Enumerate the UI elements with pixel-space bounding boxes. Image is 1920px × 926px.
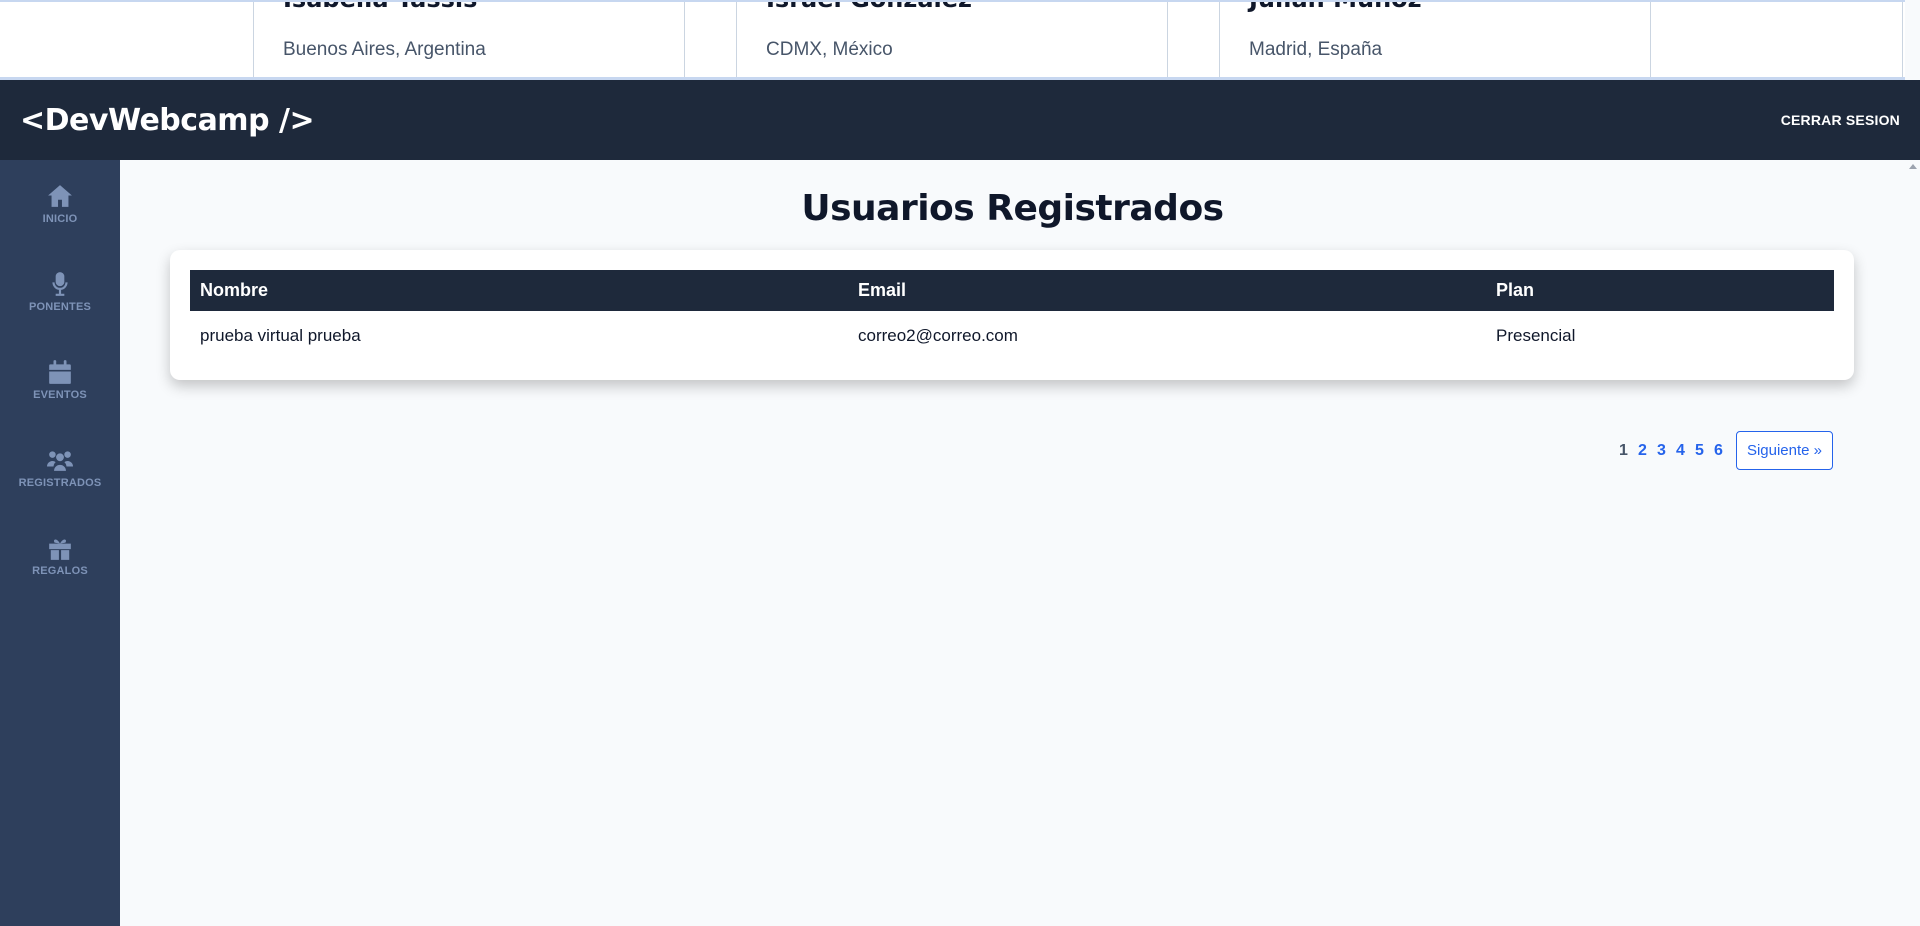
page-link-4[interactable]: 4 [1671, 442, 1690, 460]
page-link-2[interactable]: 2 [1633, 442, 1652, 460]
speaker-name: Julián Muñoz [1249, 2, 1650, 11]
column-header-plan: Plan [1496, 280, 1535, 300]
calendar-icon [47, 359, 73, 385]
speaker-name: Isabella Tassis [283, 2, 684, 11]
column-header-nombre: Nombre [200, 280, 269, 300]
sidebar-item-label: EVENTOS [33, 389, 87, 401]
page-current: 1 [1618, 441, 1628, 459]
home-icon [47, 183, 73, 209]
speaker-location: Madrid, España [1249, 39, 1383, 60]
speaker-card: Julián Muñoz Madrid, España [1219, 2, 1651, 77]
main-content: Usuarios Registrados Nombre Email Plan p… [120, 160, 1905, 926]
logo-link[interactable]: <DevWebcamp /> [20, 103, 315, 138]
speaker-name: Israel González [766, 2, 1167, 11]
speaker-card: Isabella Tassis Buenos Aires, Argentina [253, 2, 685, 77]
table-row: prueba virtual prueba correo2@correo.com… [190, 311, 1834, 361]
next-page-button[interactable]: Siguiente » [1735, 431, 1833, 470]
sidebar-item-inicio[interactable]: INICIO [0, 160, 120, 248]
page-title: Usuarios Registrados [801, 188, 1224, 229]
scrollbar[interactable] [1905, 160, 1920, 926]
sidebar-item-label: PONENTES [28, 301, 92, 313]
sidebar-item-label: REGALOS [32, 565, 88, 577]
page-link-5[interactable]: 5 [1690, 442, 1709, 460]
cell-email: correo2@correo.com [858, 326, 1018, 345]
page-link-6[interactable]: 6 [1709, 442, 1728, 460]
sidebar-item-regalos[interactable]: REGALOS [0, 512, 120, 600]
users-table-card: Nombre Email Plan prueba virtual prueba … [170, 250, 1854, 380]
logout-button[interactable]: CERRAR SESION [1781, 112, 1900, 128]
sidebar-item-label: INICIO [42, 213, 78, 225]
scroll-up-arrow-icon[interactable] [1909, 164, 1917, 169]
cell-nombre: prueba virtual prueba [200, 326, 361, 345]
cell-plan: Presencial [1496, 326, 1576, 345]
sidebar-item-ponentes[interactable]: PONENTES [0, 248, 120, 336]
sidebar-item-eventos[interactable]: EVENTOS [0, 336, 120, 424]
sidebar-item-label: REGISTRADOS [18, 477, 102, 489]
speaker-strip: Isabella Tassis Buenos Aires, Argentina … [0, 0, 1905, 80]
sidebar: INICIO PONENTES EVENTOS REGISTRADOS REGA… [0, 160, 120, 926]
pagination: 1 2 3 4 5 6 Siguiente » [1614, 431, 1833, 470]
speaker-location: Buenos Aires, Argentina [283, 39, 486, 60]
gift-icon [47, 535, 73, 561]
users-table: Nombre Email Plan prueba virtual prueba … [190, 270, 1834, 361]
speaker-location: CDMX, México [766, 39, 893, 60]
sidebar-item-registrados[interactable]: REGISTRADOS [0, 424, 120, 512]
users-icon [47, 447, 73, 473]
strip-divider [1902, 2, 1903, 77]
column-header-email: Email [858, 280, 907, 300]
table-header-row: Nombre Email Plan [190, 270, 1834, 311]
page-link-3[interactable]: 3 [1652, 442, 1671, 460]
dashboard-header: <DevWebcamp /> CERRAR SESION [0, 80, 1920, 160]
microphone-icon [47, 271, 73, 297]
speaker-card: Israel González CDMX, México [736, 2, 1168, 77]
